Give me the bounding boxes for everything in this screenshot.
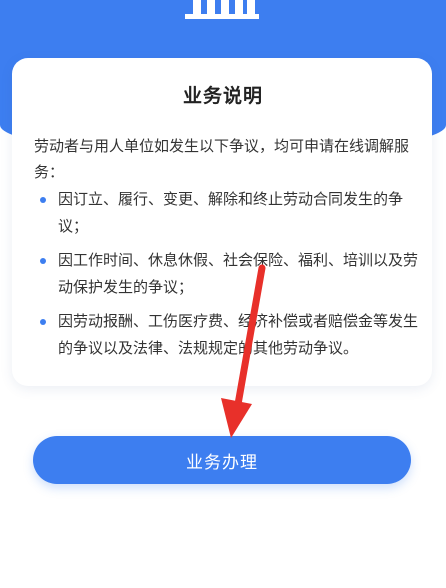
list-item-text: 因劳动报酬、工伤医疗费、经济补偿或者赔偿金等发生的争议以及法律、法规规定的其他劳… [58, 312, 419, 357]
list-item: 因劳动报酬、工伤医疗费、经济补偿或者赔偿金等发生的争议以及法律、法规规定的其他劳… [40, 308, 420, 362]
list-item-text: 因订立、履行、变更、解除和终止劳动合同发生的争议； [58, 190, 404, 235]
business-handle-button[interactable]: 业务办理 [33, 436, 411, 484]
list-item-text: 因工作时间、休息休假、社会保险、福利、培训以及劳动保护发生的争议； [58, 251, 419, 296]
intro-text: 劳动者与用人单位如发生以下争议，均可申请在线调解服务： [34, 137, 410, 181]
bullet-dot-icon [40, 258, 46, 264]
building-icon [185, 0, 259, 19]
list-item: 因订立、履行、变更、解除和终止劳动合同发生的争议； [40, 186, 420, 240]
dispute-list: 因订立、履行、变更、解除和终止劳动合同发生的争议； 因工作时间、休息休假、社会保… [40, 186, 420, 369]
bullet-dot-icon [40, 319, 46, 325]
card-title: 业务说明 [182, 85, 263, 107]
bullet-dot-icon [40, 197, 46, 203]
list-item: 因工作时间、休息休假、社会保险、福利、培训以及劳动保护发生的争议； [40, 247, 420, 301]
